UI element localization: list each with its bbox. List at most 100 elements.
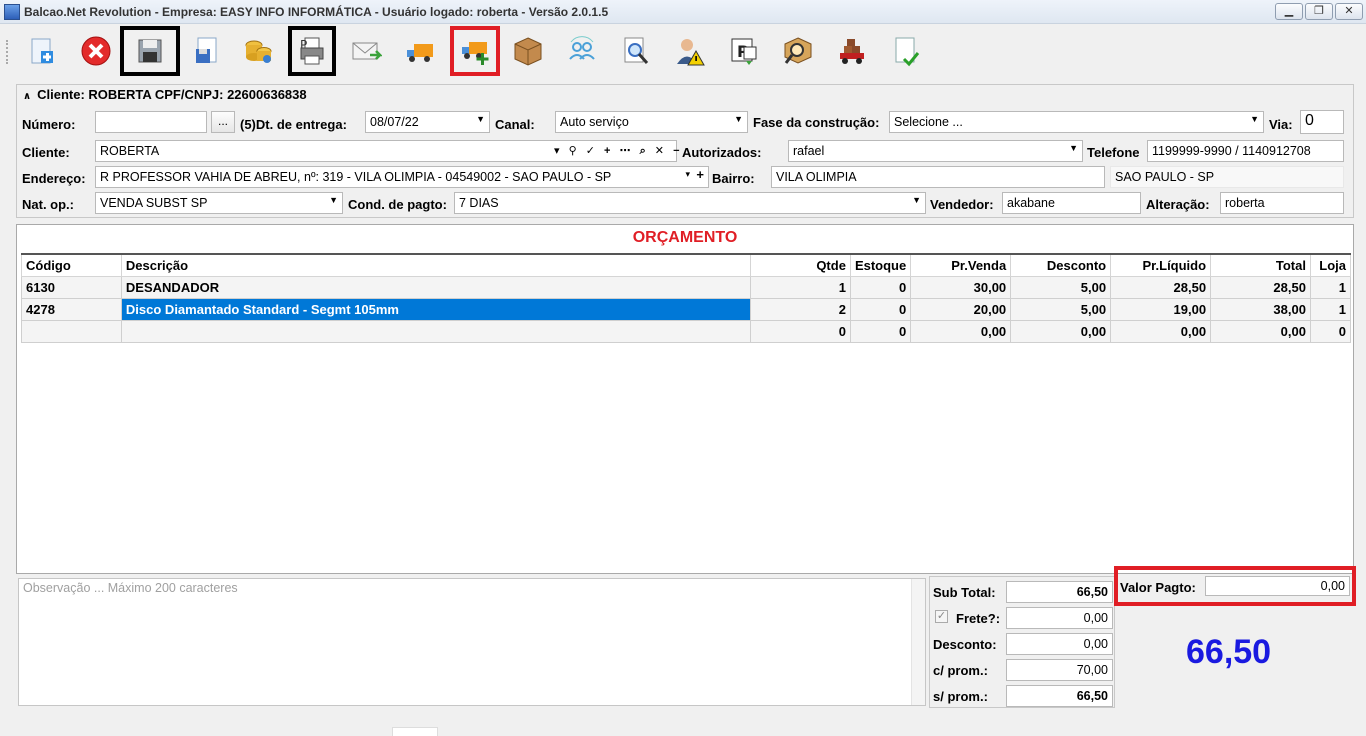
via-input[interactable]: 0 (1300, 110, 1344, 134)
dt-entrega-field[interactable]: 08/07/22 ▼ (365, 111, 490, 133)
cell-total[interactable]: 38,00 (1210, 298, 1311, 321)
maximize-button[interactable]: ❐ (1305, 3, 1333, 20)
col-qtde[interactable]: Qtde (750, 253, 851, 277)
telefone-field[interactable]: 1199999-9990 / 1140912708 (1147, 140, 1344, 162)
sync-users-button[interactable] (558, 26, 606, 76)
table-row[interactable]: 4278 Disco Diamantado Standard - Segmt 1… (21, 298, 1352, 321)
cell-descricao[interactable]: DESANDADOR (120, 276, 752, 299)
finalize-button[interactable] (882, 26, 930, 76)
plus-icon[interactable]: + (604, 145, 613, 157)
observacao-textarea[interactable]: Observação ... Máximo 200 caracteres (18, 578, 926, 706)
cell-codigo[interactable]: 6130 (21, 276, 122, 299)
cell-pr-venda[interactable]: 30,00 (910, 276, 1012, 299)
more-icon[interactable]: ⋯ (620, 145, 634, 157)
collapse-chevron-icon[interactable]: ∧ (23, 91, 31, 102)
cell-codigo[interactable]: 4278 (21, 298, 122, 321)
col-descricao[interactable]: Descrição (120, 253, 752, 277)
frete-checkbox[interactable]: ✓ (935, 610, 948, 623)
autorizados-select[interactable]: rafael ▼ (788, 140, 1083, 162)
cell-estoque[interactable]: 0 (849, 298, 912, 321)
add-delivery-button[interactable] (450, 26, 500, 76)
user-alert-button[interactable] (666, 26, 714, 76)
add-address-icon[interactable]: + (696, 167, 704, 182)
chevron-down-icon[interactable]: ▼ (912, 195, 921, 205)
chevron-down-icon[interactable]: ▼ (329, 195, 338, 205)
cell-descricao[interactable] (120, 320, 752, 343)
bottom-tab[interactable] (392, 727, 438, 736)
cell-loja[interactable]: 0 (1309, 320, 1352, 343)
chevron-down-icon[interactable]: ▾ (554, 145, 563, 157)
bairro-field[interactable]: VILA OLIMPIA (771, 166, 1105, 188)
close-icon[interactable]: ✕ (655, 145, 667, 157)
location-pin-icon[interactable]: ⚲ (569, 145, 580, 157)
observacao-scrollbar[interactable] (911, 579, 925, 705)
cell-total[interactable]: 0,00 (1210, 320, 1311, 343)
numero-input[interactable] (95, 111, 207, 133)
cell-codigo[interactable] (21, 320, 122, 343)
table-row-new[interactable]: 0 0 0,00 0,00 0,00 0,00 0 (21, 320, 1352, 343)
toolbar-grip[interactable] (6, 40, 10, 64)
check-icon[interactable]: ✓ (586, 145, 598, 157)
cell-estoque[interactable]: 0 (849, 276, 912, 299)
search-icon[interactable]: ⌕ (640, 145, 649, 157)
chevron-down-icon[interactable]: ▼ (476, 114, 485, 124)
cell-desconto[interactable]: 5,00 (1010, 298, 1112, 321)
minimize-button[interactable]: ▁ (1275, 3, 1303, 20)
frete-value[interactable]: 0,00 (1006, 607, 1113, 629)
product-button[interactable] (504, 26, 552, 76)
desconto-value[interactable]: 0,00 (1006, 633, 1113, 655)
cell-estoque[interactable]: 0 (849, 320, 912, 343)
cell-pr-liquido[interactable]: 28,50 (1110, 276, 1212, 299)
canal-select[interactable]: Auto serviço ▼ (555, 111, 748, 133)
col-estoque[interactable]: Estoque (849, 253, 912, 277)
vendedor-field[interactable]: akabane (1002, 192, 1141, 214)
report-button[interactable]: P (720, 26, 768, 76)
col-pr-venda[interactable]: Pr.Venda (910, 253, 1012, 277)
cell-qtde[interactable]: 0 (750, 320, 851, 343)
col-desconto[interactable]: Desconto (1010, 253, 1112, 277)
table-row[interactable]: 6130 DESANDADOR 1 0 30,00 5,00 28,50 28,… (21, 276, 1352, 299)
save-button[interactable] (120, 26, 180, 76)
col-loja[interactable]: Loja (1309, 253, 1352, 277)
delivery-button[interactable] (396, 26, 444, 76)
natop-select[interactable]: VENDA SUBST SP ▼ (95, 192, 343, 214)
cell-pr-venda[interactable]: 20,00 (910, 298, 1012, 321)
chevron-down-icon[interactable]: ▼ (734, 114, 743, 124)
search-document-button[interactable] (612, 26, 660, 76)
chevron-down-icon[interactable]: ▾ (685, 169, 690, 180)
chevron-down-icon[interactable]: ▼ (1069, 143, 1078, 153)
numero-lookup-button[interactable]: ... (211, 111, 235, 133)
close-button[interactable]: ✕ (1335, 3, 1363, 20)
chevron-down-icon[interactable]: ▼ (1250, 114, 1259, 124)
cell-total[interactable]: 28,50 (1210, 276, 1311, 299)
cell-loja[interactable]: 1 (1309, 298, 1352, 321)
cell-pr-liquido[interactable]: 0,00 (1110, 320, 1212, 343)
save-as-button[interactable] (182, 26, 230, 76)
cell-pr-venda[interactable]: 0,00 (910, 320, 1012, 343)
cell-desconto[interactable]: 0,00 (1010, 320, 1112, 343)
cond-pagto-select[interactable]: 7 DIAS ▼ (454, 192, 926, 214)
cell-qtde[interactable]: 2 (750, 298, 851, 321)
cell-descricao-selected[interactable]: Disco Diamantado Standard - Segmt 105mm (120, 298, 752, 321)
cell-desconto[interactable]: 5,00 (1010, 276, 1112, 299)
cell-pr-liquido[interactable]: 19,00 (1110, 298, 1212, 321)
col-codigo[interactable]: Código (21, 253, 122, 277)
print-button[interactable]: P (288, 26, 336, 76)
cprom-label: c/ prom.: (933, 663, 988, 678)
financial-button[interactable] (234, 26, 282, 76)
client-summary[interactable]: ∧ Cliente: ROBERTA CPF/CNPJ: 22600636838 (23, 87, 307, 102)
cancel-button[interactable] (72, 26, 120, 76)
client-summary-text: Cliente: ROBERTA CPF/CNPJ: 22600636838 (37, 87, 307, 102)
email-button[interactable] (342, 26, 390, 76)
cell-qtde[interactable]: 1 (750, 276, 851, 299)
new-button[interactable] (18, 26, 66, 76)
col-pr-liquido[interactable]: Pr.Líquido (1110, 253, 1212, 277)
cargo-button[interactable] (828, 26, 876, 76)
box-search-button[interactable] (774, 26, 822, 76)
valor-pagto-input[interactable]: 0,00 (1205, 576, 1350, 596)
cell-loja[interactable]: 1 (1309, 276, 1352, 299)
col-total[interactable]: Total (1210, 253, 1311, 277)
autorizados-value: rafael (793, 144, 825, 158)
endereco-field[interactable]: R PROFESSOR VAHIA DE ABREU, nº: 319 - VI… (95, 166, 709, 188)
fase-select[interactable]: Selecione ... ▼ (889, 111, 1264, 133)
